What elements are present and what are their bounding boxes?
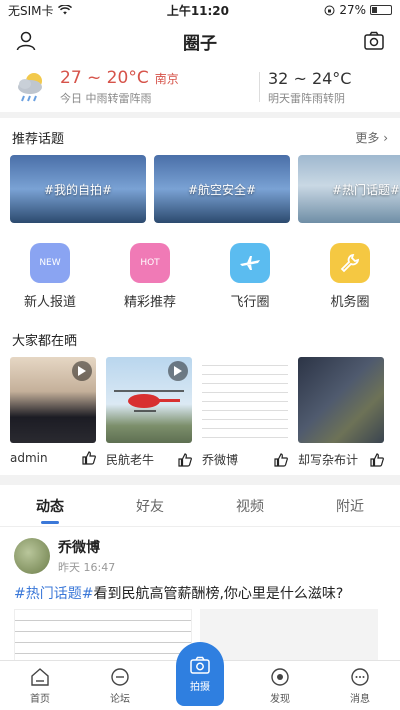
shares-list: admin 民航老牛 乔微博 却写杂布计: [0, 357, 400, 475]
weather-panel[interactable]: 27 ~ 20°C 南京 今日 中雨转雷阵雨 32 ~ 24°C 明天雷阵雨转阴: [0, 62, 400, 112]
page-title: 圈子: [183, 33, 217, 54]
post-text: #热门话题#看到民航高管薪酬榜,你心里是什么滋味?: [14, 583, 386, 603]
share-image: [106, 357, 192, 443]
like-icon[interactable]: [370, 452, 384, 467]
wrench-icon: [330, 243, 370, 283]
camera-icon: [190, 656, 210, 674]
share-item[interactable]: admin: [10, 357, 96, 475]
tab-dynamic[interactable]: 动态: [36, 486, 64, 526]
post-image[interactable]: [200, 609, 378, 667]
orientation-lock-icon: [324, 5, 335, 15]
share-item[interactable]: 却写杂布计: [298, 357, 384, 475]
nav-label: 消息: [350, 694, 370, 705]
like-icon[interactable]: [274, 452, 288, 467]
nav-label: 论坛: [110, 694, 130, 705]
battery-icon: [369, 5, 392, 15]
nav-discover[interactable]: 发现: [250, 667, 310, 705]
tomorrow-weather: 32 ~ 24°C 明天雷阵雨转阴: [268, 69, 388, 106]
more-topics-link[interactable]: 更多 ›: [355, 129, 388, 146]
status-time: 上午11:20: [166, 3, 230, 18]
like-icon[interactable]: [82, 451, 96, 465]
quick-link-newcomer[interactable]: NEW 新人报道: [10, 243, 90, 310]
top-nav: 圈子: [0, 20, 400, 62]
post-time: 昨天 16:47: [58, 561, 116, 574]
tomorrow-temp: 32 ~ 24°C: [268, 68, 352, 88]
nav-label: 首页: [30, 694, 50, 705]
post-body: 看到民航高管薪酬榜,你心里是什么滋味?: [93, 586, 344, 602]
home-icon: [31, 668, 49, 686]
quick-label: 飞行圈: [230, 295, 270, 310]
share-user: 民航老牛: [106, 453, 155, 467]
today-weather: 27 ~ 20°C 南京 今日 中雨转雷阵雨: [60, 68, 251, 106]
new-icon: NEW: [30, 243, 70, 283]
hot-icon: HOT: [130, 243, 170, 283]
topic-label: #热门话题#: [331, 182, 400, 197]
share-item[interactable]: 乔微博: [202, 357, 288, 475]
shares-title: 大家都在晒: [12, 334, 78, 349]
play-icon: [168, 361, 188, 381]
topics-section: 推荐话题 更多 › #我的自拍# #航空安全# #热门话题# NEW 新人报道 …: [0, 118, 400, 475]
nav-label: 发现: [270, 694, 290, 705]
message-icon: [351, 668, 369, 686]
post-author[interactable]: 乔微博: [58, 537, 115, 557]
city-label: 南京: [154, 72, 179, 86]
status-bar: 无SIM卡 上午11:20 27%: [0, 0, 400, 20]
tomorrow-desc: 明天雷阵雨转阴: [268, 91, 345, 105]
today-temp: 27 ~ 20°C: [60, 68, 149, 88]
nav-home[interactable]: 首页: [10, 667, 70, 705]
camera-icon: [364, 31, 384, 50]
wifi-icon: [57, 5, 72, 15]
forum-icon: [111, 668, 129, 686]
topic-label: #航空安全#: [187, 182, 257, 197]
discover-icon: [271, 668, 289, 686]
share-item[interactable]: 民航老牛: [106, 357, 192, 475]
feed-tabs: 动态 好友 视频 附近: [0, 485, 400, 527]
weather-divider: [259, 72, 260, 102]
share-image: [10, 357, 96, 443]
quick-label: 机务圈: [330, 295, 370, 310]
topics-title: 推荐话题: [12, 132, 65, 147]
nav-label: 拍摄: [190, 681, 210, 693]
share-user: 却写杂布计: [298, 453, 359, 467]
battery-percent: 27%: [339, 3, 366, 17]
nav-messages[interactable]: 消息: [330, 667, 390, 705]
plane-icon: [230, 243, 270, 283]
avatar[interactable]: [14, 538, 50, 574]
quick-link-flight[interactable]: 飞行圈: [210, 243, 290, 310]
nav-forum[interactable]: 论坛: [90, 667, 150, 705]
quick-label: 新人报道: [23, 295, 76, 310]
bottom-nav: 首页 论坛 发现 消息 拍摄: [0, 642, 400, 710]
share-image: [298, 357, 384, 443]
post-image[interactable]: [14, 609, 192, 667]
share-image: [202, 357, 288, 443]
nav-shoot-button[interactable]: 拍摄: [176, 642, 224, 706]
user-icon: [16, 31, 36, 51]
topic-label: #我的自拍#: [43, 182, 113, 197]
topic-card-safety[interactable]: #航空安全#: [154, 155, 290, 223]
like-icon[interactable]: [178, 452, 192, 467]
carrier-label: 无SIM卡: [8, 3, 54, 18]
helicopter-graphic: [114, 390, 184, 412]
tab-nearby[interactable]: 附近: [336, 486, 364, 526]
play-icon: [72, 361, 92, 381]
topic-card-selfie[interactable]: #我的自拍#: [10, 155, 146, 223]
topic-card-hot[interactable]: #热门话题#: [298, 155, 400, 223]
share-user: 乔微博: [202, 453, 239, 467]
rain-cloud-icon: [18, 73, 42, 102]
tab-friends[interactable]: 好友: [136, 486, 164, 526]
section-gap: [0, 475, 400, 485]
camera-button[interactable]: [362, 29, 386, 53]
tab-videos[interactable]: 视频: [236, 486, 264, 526]
quick-links: NEW 新人报道 HOT 精彩推荐 飞行圈 机务圈: [0, 225, 400, 320]
today-desc: 今日 中雨转雷阵雨: [60, 92, 152, 105]
post-tag[interactable]: #热门话题#: [14, 586, 93, 602]
quick-link-recommend[interactable]: HOT 精彩推荐: [110, 243, 190, 310]
quick-label: 精彩推荐: [123, 295, 176, 310]
profile-button[interactable]: [14, 29, 38, 53]
quick-link-maintenance[interactable]: 机务圈: [310, 243, 390, 310]
share-user: admin: [10, 451, 48, 465]
